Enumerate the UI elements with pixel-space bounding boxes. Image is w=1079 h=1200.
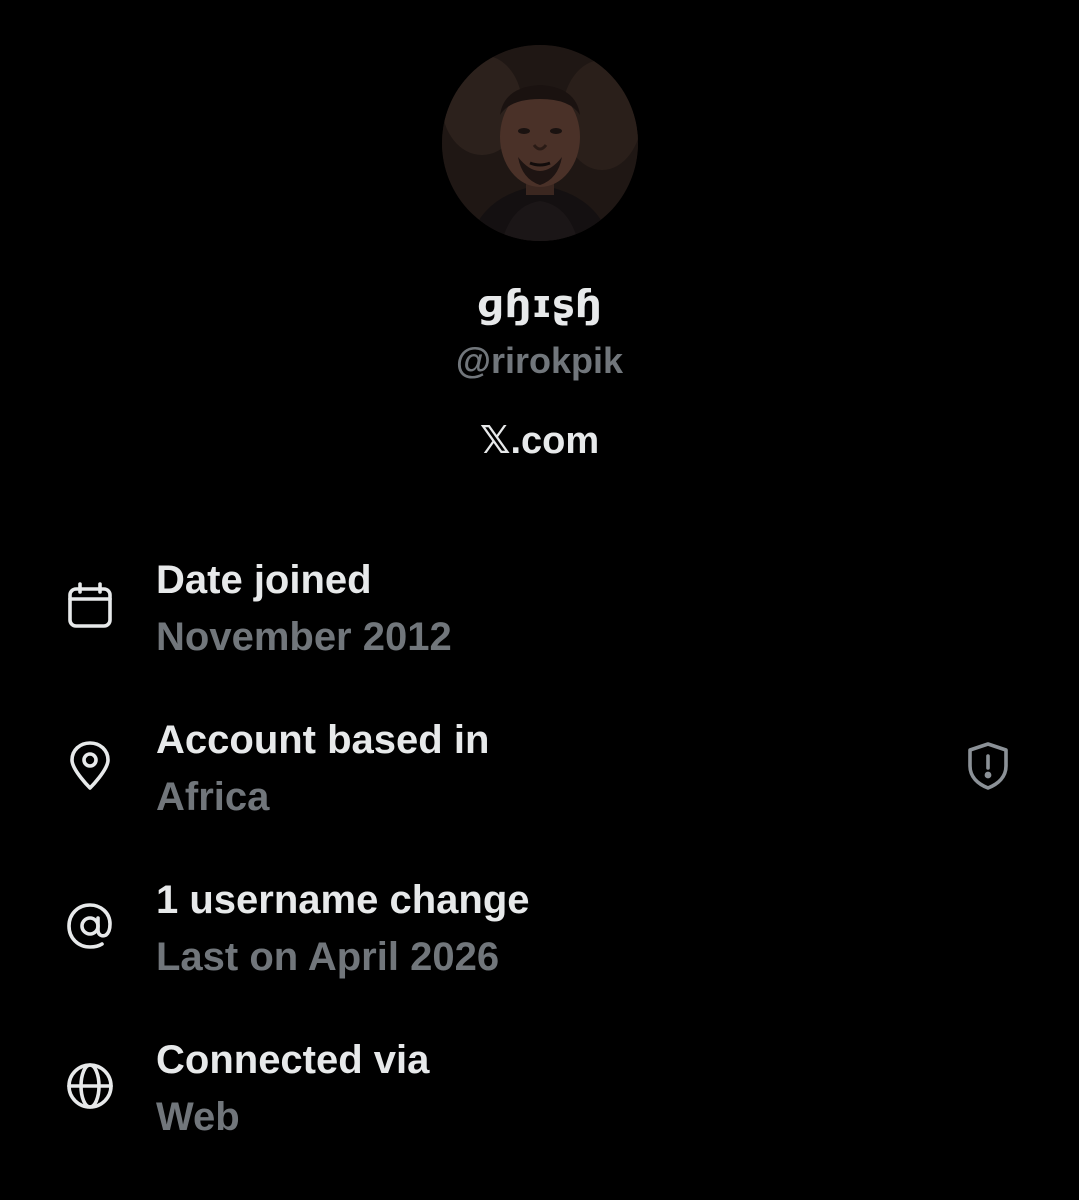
info-title: Date joined — [156, 558, 372, 602]
info-value: Last on April 2026 — [156, 935, 500, 979]
info-value: November 2012 — [156, 615, 452, 659]
info-title: Account based in — [156, 718, 490, 762]
display-name: ɡɧɪʂɧ — [477, 282, 602, 326]
username-handle[interactable]: @rirokpik — [0, 340, 1079, 382]
at-sign-icon — [64, 900, 116, 952]
shield-alert-icon[interactable] — [962, 740, 1014, 792]
platform-domain: .com — [510, 420, 600, 462]
info-title: Connected via — [156, 1038, 430, 1082]
info-row-username-change: 1 username change Last on April 2026 — [0, 878, 1079, 998]
info-value: Web — [156, 1095, 240, 1139]
calendar-icon — [64, 580, 116, 632]
info-value: Africa — [156, 775, 270, 819]
info-row-account-based-in: Account based in Africa — [0, 718, 1079, 838]
info-row-connected-via: Connected via Web — [0, 1038, 1079, 1158]
x-logo-icon: 𝕏 — [479, 418, 511, 462]
globe-icon — [64, 1060, 116, 1112]
info-title: 1 username change — [156, 878, 530, 922]
platform-label: 𝕏.com — [0, 418, 1079, 463]
avatar[interactable] — [442, 45, 638, 241]
location-pin-icon — [64, 740, 116, 792]
info-row-date-joined: Date joined November 2012 — [0, 558, 1079, 678]
